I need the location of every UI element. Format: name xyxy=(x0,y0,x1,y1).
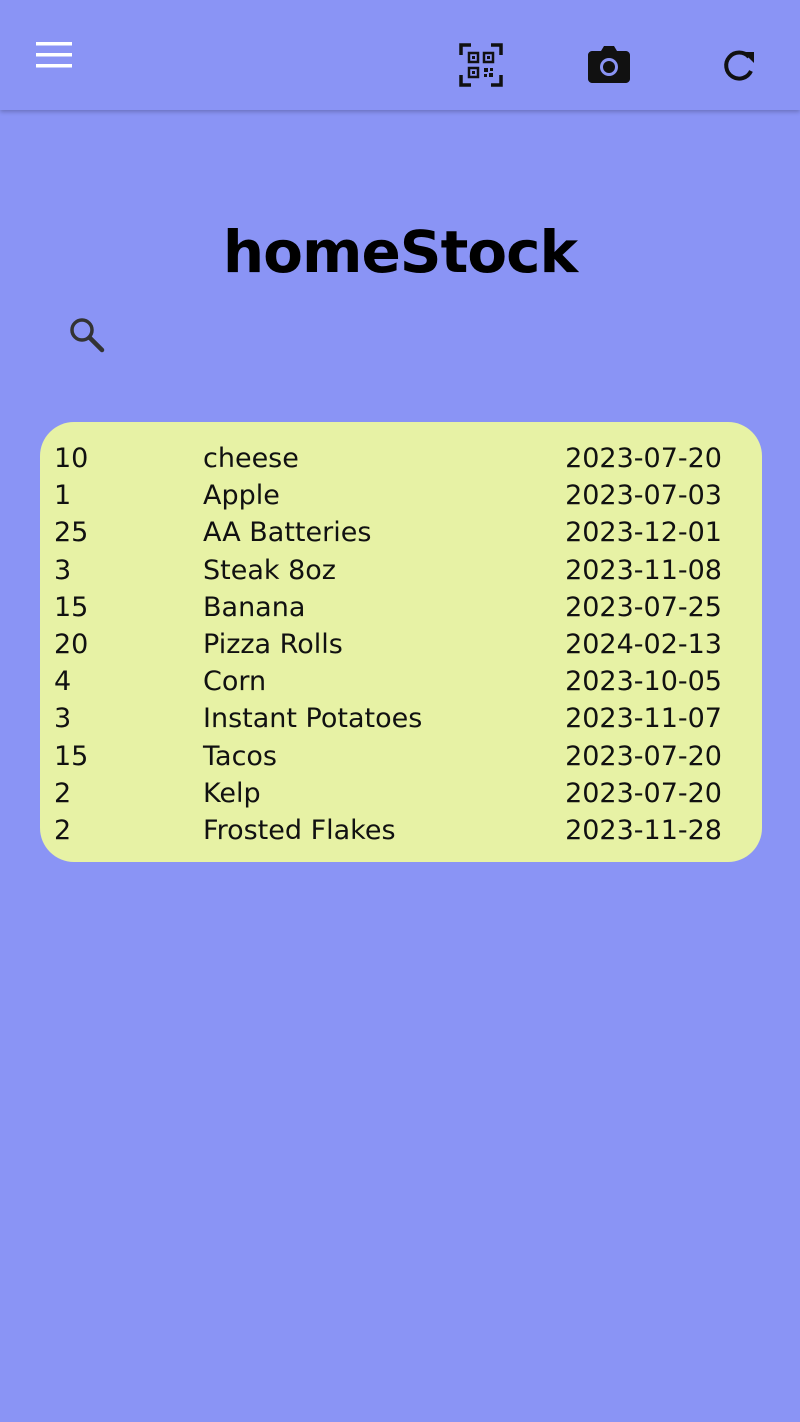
item-quantity: 20 xyxy=(54,628,89,660)
item-date: 2024-02-13 xyxy=(565,628,722,660)
item-name: Frosted Flakes xyxy=(203,814,396,846)
item-quantity: 1 xyxy=(54,480,72,512)
item-quantity: 2 xyxy=(54,777,72,809)
list-item[interactable]: 3 Instant Potatoes 2023-11-07 xyxy=(40,704,762,741)
stock-list: 10 cheese 2023-07-20 1 Apple 2023-07-03 … xyxy=(40,422,762,862)
item-quantity: 3 xyxy=(54,703,72,735)
item-quantity: 2 xyxy=(54,814,72,846)
item-date: 2023-07-20 xyxy=(565,443,722,474)
item-date: 2023-12-01 xyxy=(565,517,722,549)
list-item[interactable]: 10 cheese 2023-07-20 xyxy=(40,444,762,481)
item-name: Instant Potatoes xyxy=(203,703,423,735)
camera-icon xyxy=(588,46,630,83)
camera-button[interactable] xyxy=(581,37,637,93)
refresh-button[interactable] xyxy=(710,39,766,95)
item-date: 2023-11-28 xyxy=(565,814,722,846)
app-bar xyxy=(0,0,800,110)
item-date: 2023-07-20 xyxy=(565,777,722,809)
item-quantity: 3 xyxy=(54,554,72,586)
list-item[interactable]: 20 Pizza Rolls 2024-02-13 xyxy=(40,628,762,667)
qr-scan-icon xyxy=(459,43,503,87)
page-title: homeStock xyxy=(222,218,578,286)
list-item[interactable]: 15 Tacos 2023-07-20 xyxy=(40,740,762,779)
list-item[interactable]: 4 Corn 2023-10-05 xyxy=(40,667,762,704)
refresh-icon xyxy=(724,50,754,81)
item-date: 2023-07-25 xyxy=(565,591,722,623)
item-date: 2023-07-20 xyxy=(565,740,722,772)
item-name: Corn xyxy=(203,666,267,698)
item-date: 2023-11-08 xyxy=(565,554,722,586)
item-quantity: 15 xyxy=(54,740,89,772)
list-item[interactable]: 25 AA Batteries 2023-12-01 xyxy=(40,518,762,555)
item-date: 2023-10-05 xyxy=(565,666,722,698)
item-date: 2023-11-07 xyxy=(565,703,722,735)
list-item[interactable]: 2 Frosted Flakes 2023-11-28 xyxy=(40,814,762,853)
item-name: Apple xyxy=(203,480,280,512)
list-item[interactable]: 3 Steak 8oz 2023-11-08 xyxy=(40,554,762,593)
qr-scan-button[interactable] xyxy=(453,37,509,93)
item-name: Pizza Rolls xyxy=(203,628,343,660)
list-item[interactable]: 1 Apple 2023-07-03 xyxy=(40,481,762,518)
item-name: Steak 8oz xyxy=(203,554,336,586)
item-name: Tacos xyxy=(203,740,277,772)
item-quantity: 4 xyxy=(54,666,72,698)
item-name: cheese xyxy=(203,443,299,474)
item-quantity: 15 xyxy=(54,591,89,623)
item-quantity: 25 xyxy=(54,517,89,549)
item-date: 2023-07-03 xyxy=(565,480,722,512)
item-quantity: 10 xyxy=(54,443,89,474)
menu-button[interactable] xyxy=(26,27,82,83)
item-name: Kelp xyxy=(203,777,261,809)
item-name: AA Batteries xyxy=(203,517,372,549)
list-item[interactable]: 15 Banana 2023-07-25 xyxy=(40,591,762,630)
list-item[interactable]: 2 Kelp 2023-07-20 xyxy=(40,777,762,816)
item-name: Banana xyxy=(203,591,306,623)
search-icon xyxy=(70,318,105,353)
search-button[interactable] xyxy=(64,312,108,356)
hamburger-menu-icon xyxy=(36,42,72,68)
